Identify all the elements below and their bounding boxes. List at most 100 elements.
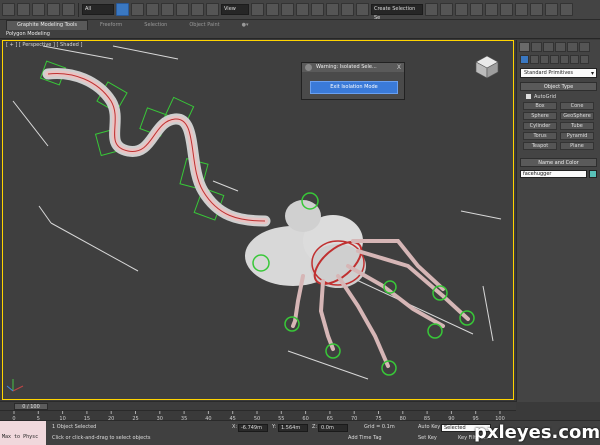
- selection-filter-dropdown[interactable]: All: [82, 4, 114, 15]
- grid-line: [482, 285, 494, 342]
- main-toolbar: All View Create Selection Se: [0, 0, 600, 21]
- geometry-icon[interactable]: [520, 55, 529, 64]
- create-tab-icon[interactable]: [519, 42, 530, 52]
- time-slider[interactable]: 0 / 100: [0, 401, 516, 410]
- geosphere-button[interactable]: GeoSphere: [560, 112, 594, 120]
- object-type-header[interactable]: Object Type: [520, 82, 597, 91]
- torus-button[interactable]: Torus: [523, 132, 557, 140]
- angle-snap-icon[interactable]: [311, 3, 324, 16]
- cylinder-button[interactable]: Cylinder: [523, 122, 557, 130]
- grid-line: [460, 210, 502, 220]
- tail-body: [42, 67, 271, 227]
- ribbon-tabs: Graphite Modeling Tools Freeform Selecti…: [0, 20, 600, 30]
- modify-tab-icon[interactable]: [531, 42, 542, 52]
- grid-line: [38, 205, 52, 224]
- tab-selection[interactable]: Selection: [134, 22, 177, 28]
- window-crossing-icon[interactable]: [161, 3, 174, 16]
- y-coordinate-field[interactable]: 1.564m: [278, 424, 308, 432]
- name-and-color-header[interactable]: Name and Color: [520, 158, 597, 167]
- viewport-label[interactable]: [ + ] [ Perspective ] [ Shaded ]: [6, 42, 82, 48]
- link-icon[interactable]: [32, 3, 45, 16]
- select-object-icon[interactable]: [116, 3, 129, 16]
- maxscript-text: Max to Physc: [2, 434, 39, 440]
- percent-snap-icon[interactable]: [326, 3, 339, 16]
- select-by-name-icon[interactable]: [131, 3, 144, 16]
- maxscript-listener[interactable]: Max to Physc: [0, 421, 46, 445]
- tab-freeform[interactable]: Freeform: [90, 22, 132, 28]
- keyboard-shortcut-icon[interactable]: [281, 3, 294, 16]
- undo-icon[interactable]: [2, 3, 15, 16]
- pyramid-button[interactable]: Pyramid: [560, 132, 594, 140]
- render-production-icon[interactable]: [560, 3, 573, 16]
- named-selection-dropdown[interactable]: Create Selection Se: [371, 4, 423, 21]
- teapot-button[interactable]: Teapot: [523, 142, 557, 150]
- select-manipulate-icon[interactable]: [266, 3, 279, 16]
- ribbon-options-icon[interactable]: ●▾: [232, 22, 259, 28]
- cameras-icon[interactable]: [550, 55, 559, 64]
- lights-icon[interactable]: [540, 55, 549, 64]
- set-key-button[interactable]: Set Key: [418, 435, 437, 441]
- render-setup-icon[interactable]: [530, 3, 543, 16]
- sphere-button[interactable]: Sphere: [523, 112, 557, 120]
- cone-button[interactable]: Cone: [560, 102, 594, 110]
- scale-icon[interactable]: [206, 3, 219, 16]
- tube-button[interactable]: Tube: [560, 122, 594, 130]
- joint-helper[interactable]: [381, 360, 397, 376]
- mirror-icon[interactable]: [425, 3, 438, 16]
- object-name-field[interactable]: facehugger: [520, 170, 587, 178]
- name-and-color-rollout: Name and Color facehugger: [520, 158, 597, 181]
- z-coordinate-field[interactable]: 0.0m: [318, 424, 348, 432]
- selection-status: 1 Object Selected: [52, 424, 97, 430]
- world-axis-tripod: [6, 379, 24, 392]
- bind-space-warp-icon[interactable]: [62, 3, 75, 16]
- add-time-tag[interactable]: Add Time Tag: [348, 435, 382, 441]
- snaps-toggle-icon[interactable]: [296, 3, 309, 16]
- rotate-icon[interactable]: [191, 3, 204, 16]
- autogrid-checkbox[interactable]: AutoGrid: [520, 91, 597, 102]
- dialog-title-bar[interactable]: Warning: Isolated Sele... X: [302, 63, 404, 72]
- layer-manager-icon[interactable]: [455, 3, 468, 16]
- display-tab-icon[interactable]: [567, 42, 578, 52]
- hierarchy-tab-icon[interactable]: [543, 42, 554, 52]
- rectangular-selection-icon[interactable]: [146, 3, 159, 16]
- object-color-swatch[interactable]: [589, 170, 597, 178]
- rendered-frame-icon[interactable]: [545, 3, 558, 16]
- curve-editor-icon[interactable]: [485, 3, 498, 16]
- motion-tab-icon[interactable]: [555, 42, 566, 52]
- edit-named-selection-icon[interactable]: [356, 3, 369, 16]
- helpers-icon[interactable]: [560, 55, 569, 64]
- unlink-icon[interactable]: [47, 3, 60, 16]
- reference-coordinate-dropdown[interactable]: View: [221, 4, 249, 15]
- viewcube-icon[interactable]: [474, 54, 500, 80]
- align-icon[interactable]: [440, 3, 453, 16]
- space-warps-icon[interactable]: [570, 55, 579, 64]
- perspective-viewport[interactable]: [ + ] [ Perspective ] [ Shaded ]: [2, 40, 514, 400]
- redo-icon[interactable]: [17, 3, 30, 16]
- primitive-type-dropdown[interactable]: Standard Primitives: [520, 68, 597, 78]
- checkbox-icon[interactable]: [526, 94, 531, 99]
- move-icon[interactable]: [176, 3, 189, 16]
- plane-button[interactable]: Plane: [560, 142, 594, 150]
- systems-icon[interactable]: [580, 55, 589, 64]
- tab-graphite-modeling-tools[interactable]: Graphite Modeling Tools: [6, 20, 89, 30]
- box-button[interactable]: Box: [523, 102, 557, 110]
- tab-object-paint[interactable]: Object Paint: [179, 22, 229, 28]
- time-slider-handle[interactable]: 0 / 100: [14, 403, 48, 410]
- close-icon[interactable]: X: [397, 63, 401, 72]
- graphite-toggle-icon[interactable]: [470, 3, 483, 16]
- toolbar-divider: [78, 2, 79, 17]
- leg: [336, 274, 390, 368]
- x-coordinate-field[interactable]: -6.749m: [238, 424, 268, 432]
- track-bar[interactable]: 0 5 10 15 20 25 30 35 40 45 50 55 60 65 70 75 80 85 90 95 10…: [0, 410, 516, 422]
- auto-key-button[interactable]: Auto Key: [418, 424, 440, 430]
- exit-isolation-mode-button[interactable]: Exit Isolation Mode: [310, 81, 398, 94]
- utilities-tab-icon[interactable]: [579, 42, 590, 52]
- shapes-icon[interactable]: [530, 55, 539, 64]
- schematic-view-icon[interactable]: [500, 3, 513, 16]
- ribbon-panel-polygon-modeling[interactable]: Polygon Modeling: [0, 30, 600, 39]
- pivot-center-icon[interactable]: [251, 3, 264, 16]
- spinner-snap-icon[interactable]: [341, 3, 354, 16]
- joint-helper[interactable]: [427, 323, 443, 339]
- leg: [318, 279, 335, 351]
- material-editor-icon[interactable]: [515, 3, 528, 16]
